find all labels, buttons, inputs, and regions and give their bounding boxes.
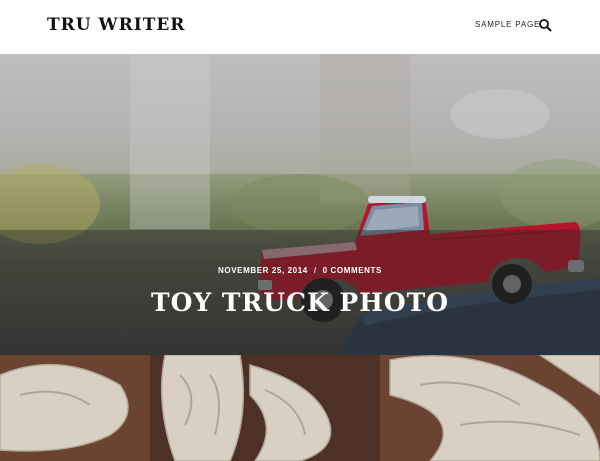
site-title[interactable]: TRU WRITER	[47, 15, 185, 35]
post-date[interactable]: NOVEMBER 25, 2014	[218, 266, 308, 275]
post-title[interactable]: TOY TRUCK PHOTO	[0, 288, 600, 317]
post-comments-link[interactable]: 0 COMMENTS	[323, 266, 382, 275]
meta-separator: /	[313, 266, 317, 275]
knit-rope-photo	[0, 355, 600, 461]
featured-image[interactable]: NOVEMBER 25, 2014 / 0 COMMENTS TOY TRUCK P…	[0, 54, 600, 355]
nav-sample-page[interactable]: SAMPLE PAGE	[475, 20, 540, 29]
second-post-image[interactable]	[0, 355, 600, 461]
post-meta: NOVEMBER 25, 2014 / 0 COMMENTS	[0, 266, 600, 275]
search-icon[interactable]	[538, 18, 552, 32]
site-header: TRU WRITER SAMPLE PAGE	[0, 0, 600, 54]
